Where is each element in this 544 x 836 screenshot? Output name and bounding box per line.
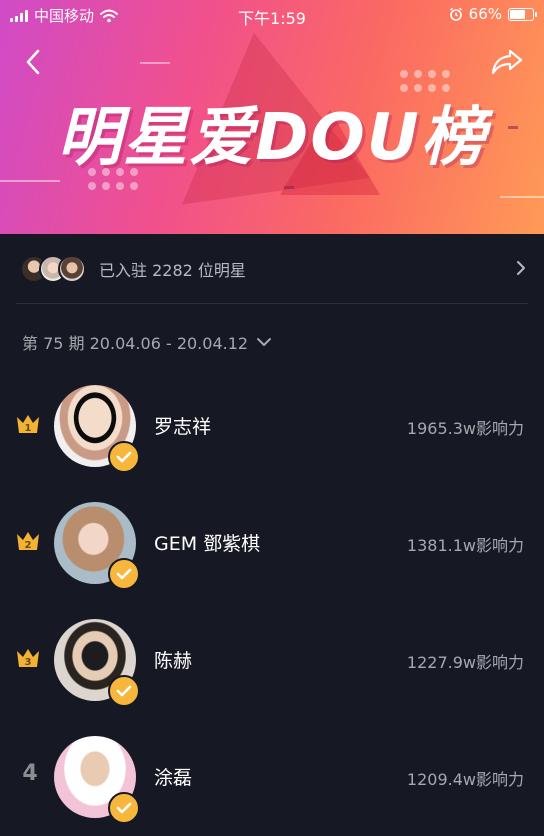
star-name: 罗志祥	[154, 416, 212, 438]
avatar-container	[54, 619, 140, 707]
back-button[interactable]	[18, 45, 48, 79]
star-name: 陈赫	[154, 650, 193, 672]
crown-icon: 1	[17, 415, 39, 434]
joined-avatars	[20, 255, 86, 283]
verified-badge	[108, 675, 140, 707]
page-title: 明星爱DOU榜	[57, 101, 487, 175]
banner-decoration	[500, 196, 544, 198]
verified-badge	[108, 792, 140, 824]
avatar	[58, 255, 86, 283]
joined-count-label: 已入驻 2282 位明星	[99, 261, 246, 280]
period-label: 第 75 期 20.04.06 - 20.04.12	[22, 334, 249, 353]
status-bar: 中国移动 下午1:59 66%	[0, 0, 544, 30]
influence-score: 1227.9w影响力	[406, 653, 524, 672]
share-arrow-icon	[491, 49, 523, 75]
check-icon	[116, 802, 132, 814]
avatar-container	[54, 502, 140, 590]
joined-stars-row[interactable]: 已入驻 2282 位明星	[0, 234, 544, 304]
check-icon	[116, 685, 132, 697]
list-item[interactable]: 3 陈赫 1227.9w影响力	[0, 602, 544, 719]
verified-badge	[108, 558, 140, 590]
list-item[interactable]: 2 GEM 鄧紫棋 1381.1w影响力	[0, 485, 544, 602]
influence-score: 1381.1w影响力	[406, 536, 524, 555]
chevron-left-icon	[26, 49, 40, 75]
avatar-container	[54, 736, 140, 824]
avatar-container	[54, 385, 140, 473]
star-name: GEM 鄧紫棋	[154, 533, 261, 555]
banner-decoration	[284, 186, 294, 189]
list-item[interactable]: 1 罗志祥 1965.3w影响力	[0, 368, 544, 485]
rank-number: 4	[22, 761, 38, 786]
influence-score: 1965.3w影响力	[406, 419, 524, 438]
verified-badge	[108, 441, 140, 473]
crown-icon: 2	[17, 532, 39, 551]
banner-decoration	[140, 62, 170, 64]
rank-number: 3	[25, 657, 32, 668]
rank-number: 1	[25, 423, 32, 434]
header-banner: 中国移动 下午1:59 66% 明星爱DOU榜	[0, 0, 544, 234]
alarm-icon	[449, 7, 462, 21]
banner-decoration	[0, 180, 60, 182]
ranking-list: 1 罗志祥 1965.3w影响力 2 GEM 鄧紫棋 1381.1w影响力 3	[0, 368, 544, 836]
battery-icon	[508, 7, 537, 21]
divider	[16, 303, 528, 304]
crown-icon: 3	[17, 649, 39, 668]
influence-score: 1209.4w影响力	[406, 770, 524, 789]
battery-percent: 66%	[468, 5, 502, 23]
check-icon	[116, 451, 132, 463]
list-item[interactable]: 4 涂磊 1209.4w影响力	[0, 719, 544, 836]
share-button[interactable]	[488, 45, 526, 79]
rank-number: 2	[25, 540, 32, 551]
star-name: 涂磊	[154, 767, 193, 789]
period-selector[interactable]: 第 75 期 20.04.06 - 20.04.12	[22, 328, 272, 356]
chevron-right-icon	[517, 261, 525, 275]
check-icon	[116, 568, 132, 580]
chevron-down-icon	[257, 338, 272, 346]
